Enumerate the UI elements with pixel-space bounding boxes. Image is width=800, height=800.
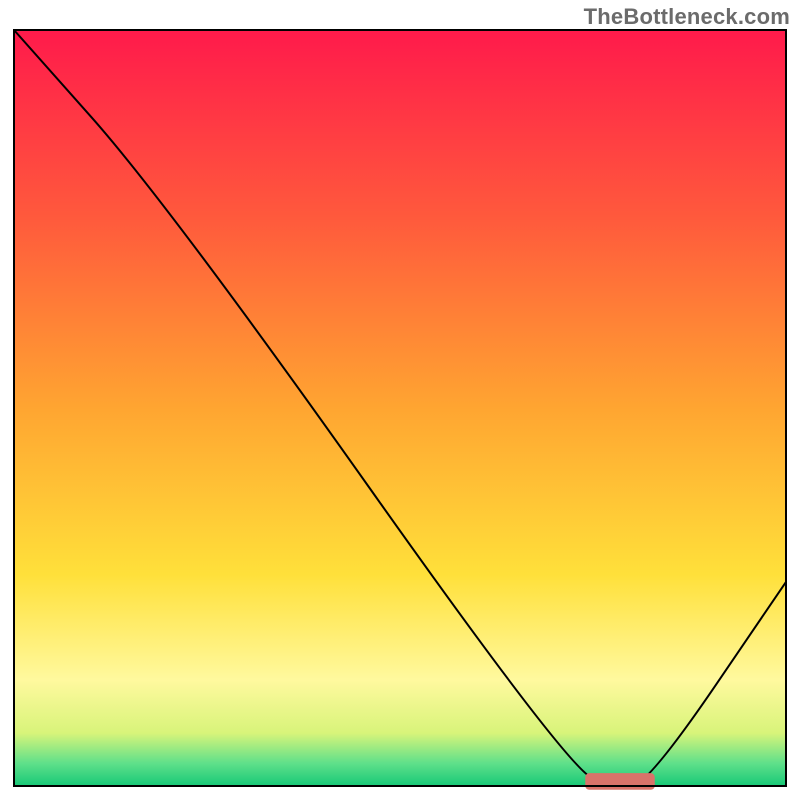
watermark-text: TheBottleneck.com (584, 4, 790, 30)
chart-container: TheBottleneck.com (0, 0, 800, 800)
bottleneck-chart (0, 0, 800, 800)
optimal-range-marker (585, 773, 654, 790)
gradient-background (14, 30, 786, 786)
